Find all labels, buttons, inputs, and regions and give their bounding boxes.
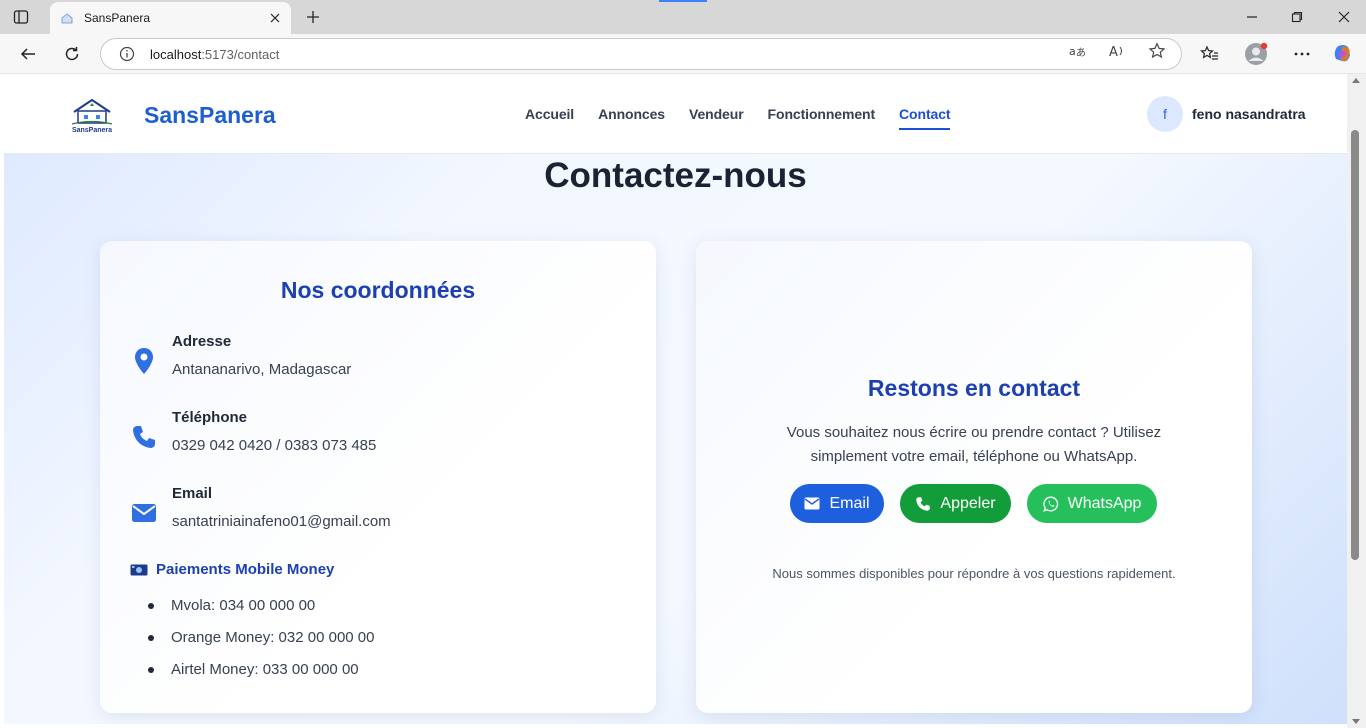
browser-window: SansPanera localhost:5173/contact a あ A … xyxy=(0,0,1366,728)
list-item: Airtel Money: 033 00 000 00 xyxy=(146,661,374,693)
favorite-star-icon[interactable] xyxy=(1148,42,1166,60)
scroll-down-icon[interactable] xyxy=(1352,719,1360,724)
mobile-money-title: Paiements Mobile Money xyxy=(156,561,335,578)
money-bill-icon xyxy=(130,563,148,577)
read-aloud-icon[interactable]: A xyxy=(1108,42,1126,60)
address-bar-row: localhost:5173/contact aあ A xyxy=(0,34,1366,74)
mobile-money-list: Mvola: 034 00 000 00 Orange Money: 032 0… xyxy=(146,597,374,693)
minimize-icon[interactable] xyxy=(1242,7,1262,27)
favorites-icon[interactable] xyxy=(1198,42,1222,66)
nav-contact[interactable]: Contact xyxy=(899,106,951,130)
user-menu[interactable]: f feno nasandratra xyxy=(1147,96,1306,132)
user-name[interactable]: feno nasandratra xyxy=(1192,106,1306,122)
scroll-thumb[interactable] xyxy=(1351,130,1359,560)
reload-icon[interactable] xyxy=(60,42,84,66)
active-indicator xyxy=(659,0,707,2)
back-arrow-icon[interactable] xyxy=(16,42,40,66)
phone-icon xyxy=(130,423,158,451)
new-tab-icon[interactable] xyxy=(303,7,323,27)
whatsapp-icon xyxy=(1042,496,1059,512)
list-item: Mvola: 034 00 000 00 xyxy=(146,597,374,629)
profile-icon[interactable] xyxy=(1244,42,1268,66)
nav-accueil[interactable]: Accueil xyxy=(525,106,574,130)
avatar[interactable]: f xyxy=(1147,96,1183,132)
page-title: Contactez-nous xyxy=(544,156,807,195)
site-header: SansPanera SansPanera Accueil Annonces V… xyxy=(4,74,1347,154)
address-row: Adresse Antananarivo, Madagascar xyxy=(100,333,656,393)
email-label: Email xyxy=(172,485,213,502)
phone-value[interactable]: 0329 042 0420 / 0383 073 485 xyxy=(172,437,376,454)
email-button[interactable]: Email xyxy=(790,484,884,523)
call-button-label: Appeler xyxy=(940,494,996,512)
site-info-icon[interactable] xyxy=(119,46,135,62)
email-value[interactable]: santatriniainafeno01@gmail.com xyxy=(172,513,391,530)
phone-row: Téléphone 0329 042 0420 / 0383 073 485 xyxy=(100,409,656,469)
nav-annonces[interactable]: Annonces xyxy=(598,106,665,130)
close-tab-icon[interactable] xyxy=(267,10,283,26)
url-host: localhost xyxy=(150,46,202,62)
sidebar-toggle-icon[interactable] xyxy=(12,8,30,26)
mobile-money-heading: Paiements Mobile Money xyxy=(130,561,334,578)
url-text: localhost:5173/contact xyxy=(150,47,279,62)
house-favicon-icon xyxy=(60,11,74,25)
nav-fonctionnement[interactable]: Fonctionnement xyxy=(768,106,876,130)
url-path: :5173/contact xyxy=(201,46,280,62)
browser-tab[interactable]: SansPanera xyxy=(50,2,291,34)
call-button[interactable]: Appeler xyxy=(900,484,1011,523)
address-input[interactable]: localhost:5173/contact xyxy=(100,38,1182,70)
email-button-label: Email xyxy=(829,494,870,512)
address-label: Adresse xyxy=(172,333,232,350)
coordinates-card: Nos coordonnées Adresse Antananarivo, Ma… xyxy=(100,241,656,713)
scroll-up-icon[interactable] xyxy=(1352,78,1360,83)
tab-strip: SansPanera xyxy=(0,0,1366,34)
svg-text:A: A xyxy=(1109,45,1118,60)
phone-label: Téléphone xyxy=(172,409,248,426)
page-scrollbar[interactable] xyxy=(1347,74,1366,728)
address-value: Antananarivo, Madagascar xyxy=(172,361,352,378)
whatsapp-button-label: WhatsApp xyxy=(1067,494,1142,512)
more-menu-icon[interactable] xyxy=(1290,42,1314,66)
brand-name[interactable]: SansPanera xyxy=(144,102,276,129)
list-item: Orange Money: 032 00 000 00 xyxy=(146,629,374,661)
envelope-icon xyxy=(804,496,820,512)
whatsapp-button[interactable]: WhatsApp xyxy=(1027,484,1157,523)
email-row: Email santatriniainafeno01@gmail.com xyxy=(100,485,656,545)
contact-description: Vous souhaitez nous écrire ou prendre co… xyxy=(786,424,1162,465)
location-pin-icon xyxy=(130,347,158,375)
main-nav: Accueil Annonces Vendeur Fonctionnement … xyxy=(525,106,974,130)
close-window-icon[interactable] xyxy=(1334,7,1354,27)
contact-title: Restons en contact xyxy=(867,375,1081,401)
copilot-icon[interactable] xyxy=(1331,42,1355,66)
envelope-icon xyxy=(130,499,158,527)
availability-text: Nous sommes disponibles pour répondre à … xyxy=(772,566,1176,581)
phone-icon xyxy=(915,496,931,512)
coordinates-title: Nos coordonnées xyxy=(280,277,476,303)
restore-icon[interactable] xyxy=(1287,7,1307,27)
logo-text: SansPanera xyxy=(72,127,112,134)
translate-icon[interactable]: aあ xyxy=(1068,42,1086,60)
contact-card: Restons en contact Vous souhaitez nous é… xyxy=(696,241,1252,713)
svg-text:a: a xyxy=(1069,45,1076,58)
tab-title: SansPanera xyxy=(84,11,151,25)
site-logo[interactable]: SansPanera xyxy=(68,94,116,134)
nav-vendeur[interactable]: Vendeur xyxy=(689,106,744,130)
page-viewport: SansPanera SansPanera Accueil Annonces V… xyxy=(4,74,1347,724)
svg-text:あ: あ xyxy=(1076,47,1086,59)
contact-buttons: Email Appeler WhatsApp xyxy=(790,484,1173,523)
